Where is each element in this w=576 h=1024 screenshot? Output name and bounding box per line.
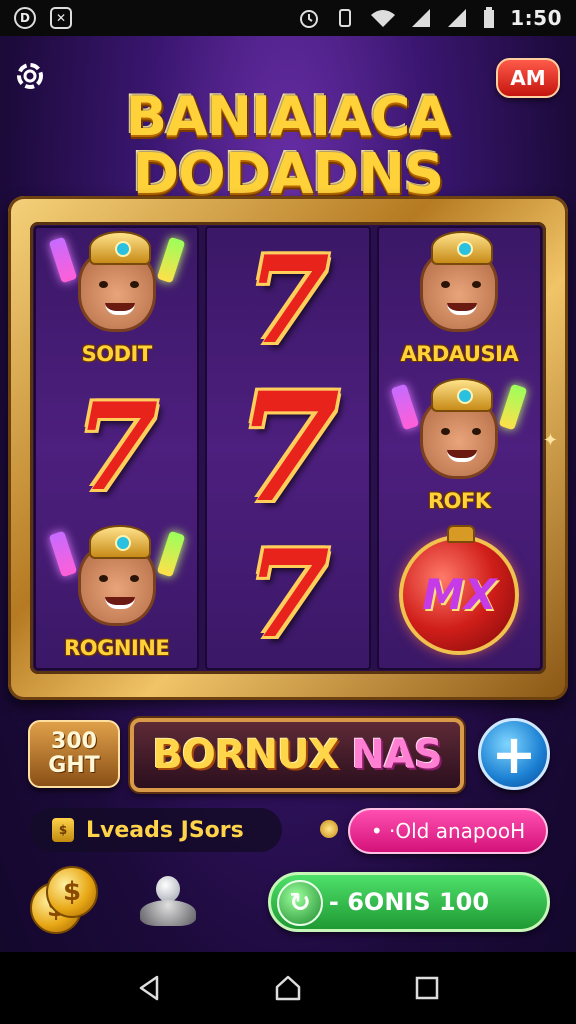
clock: 1:50 (510, 6, 562, 30)
bet-label: GHT (48, 753, 100, 778)
coins-button[interactable]: $ $ (30, 866, 100, 934)
character-face-icon (77, 231, 156, 333)
navigation-bar (0, 952, 576, 1024)
wand-icon (156, 530, 186, 578)
levels-bar[interactable]: $ Lveads JSors (30, 808, 282, 852)
symbol-label: SODIT (81, 342, 153, 367)
alarm-icon (300, 10, 319, 28)
crown-icon (431, 231, 494, 266)
add-button[interactable]: + (478, 718, 550, 790)
back-button[interactable] (129, 968, 169, 1008)
bet-value: 300 (51, 729, 97, 754)
seven-symbol: 7 (74, 376, 159, 518)
symbol-character: ROGNINE (47, 524, 187, 664)
wand-icon (48, 530, 78, 578)
profile-button[interactable] (140, 874, 196, 930)
symbol-character: ARDAUSIA (389, 231, 529, 370)
pink-pill-button[interactable]: • ·Old anapooH (348, 808, 548, 854)
wand-icon (498, 383, 528, 431)
recents-button[interactable] (407, 968, 447, 1008)
coin-icon: $ (46, 866, 98, 918)
seven-symbol: 7 (246, 230, 330, 372)
crown-icon (431, 377, 494, 412)
crown-icon (88, 524, 151, 559)
seven-symbol: 7 (246, 523, 330, 665)
bomb-label: MX (422, 570, 497, 620)
reel-frame: SODIT 7 ROGNINE 7 7 7 ARDAUSIA ROFK MX (8, 196, 568, 700)
symbol-seven: 7 (218, 526, 358, 664)
wand-icon (48, 236, 78, 284)
slot-game-screen: D ✕ 1:50 AM BANIAIACA DODADNS SODIT 7 RO… (0, 0, 576, 1024)
level-badge-icon: $ (52, 818, 74, 842)
symbol-bomb: MX (389, 524, 529, 664)
green-button-label: - 6ONIS 100 (328, 888, 490, 916)
status-left: D ✕ (14, 7, 72, 29)
green-action-button[interactable]: ↻ - 6ONIS 100 (268, 872, 550, 932)
symbol-label: ROFK (427, 488, 491, 513)
wifi-icon (371, 10, 396, 27)
symbol-character: SODIT (47, 231, 187, 370)
sparkle-icon: ✦ (542, 430, 558, 451)
levels-text: Lveads JSors (86, 817, 244, 843)
home-button[interactable] (268, 968, 308, 1008)
symbol-seven: 7 (218, 373, 358, 523)
spin-icon: ↻ (277, 880, 323, 926)
reel-3: ARDAUSIA ROFK MX (376, 226, 542, 670)
title-line-1: BANIAIACA (125, 85, 451, 148)
signal-icon (412, 9, 431, 27)
vibrate-icon (339, 9, 352, 27)
symbol-label: ARDAUSIA (400, 342, 519, 367)
coin-dot-icon (320, 820, 338, 838)
bomb-icon: MX (399, 524, 520, 655)
wand-icon (390, 383, 420, 431)
character-face-icon (77, 524, 156, 626)
avatar-body-icon (140, 900, 196, 926)
reel-1: SODIT 7 ROGNINE (34, 226, 200, 670)
back-icon (140, 975, 159, 1001)
signal-icon-2 (448, 9, 467, 27)
bonus-text-gold: BORNUX (152, 732, 339, 778)
home-icon (275, 975, 301, 1001)
bonus-banner[interactable]: BORNUX NAS (130, 718, 464, 792)
bonus-text: BORNUX NAS (152, 732, 442, 778)
avatar-head-icon (156, 876, 180, 902)
battery-icon (484, 7, 495, 28)
symbol-seven: 7 (218, 232, 358, 370)
status-bar: D ✕ 1:50 (0, 0, 576, 36)
image-icon: ✕ (50, 7, 72, 29)
crown-icon (88, 231, 151, 266)
status-right: 1:50 (298, 6, 562, 30)
bet-display[interactable]: 300 GHT (28, 720, 120, 788)
recents-icon (415, 976, 438, 1000)
wand-icon (156, 236, 186, 284)
reel-2: 7 7 7 (205, 226, 371, 670)
reels-grid: SODIT 7 ROGNINE 7 7 7 ARDAUSIA ROFK MX (30, 222, 546, 674)
symbol-label: ROGNINE (64, 635, 170, 660)
character-face-icon (420, 377, 499, 479)
seven-symbol: 7 (235, 359, 341, 536)
d-icon: D (14, 7, 36, 29)
symbol-character: ROFK (389, 377, 529, 517)
bonus-text-pink: NAS (351, 732, 442, 778)
game-title: BANIAIACA DODADNS (0, 88, 576, 204)
symbol-seven: 7 (47, 379, 187, 517)
character-face-icon (420, 231, 499, 333)
